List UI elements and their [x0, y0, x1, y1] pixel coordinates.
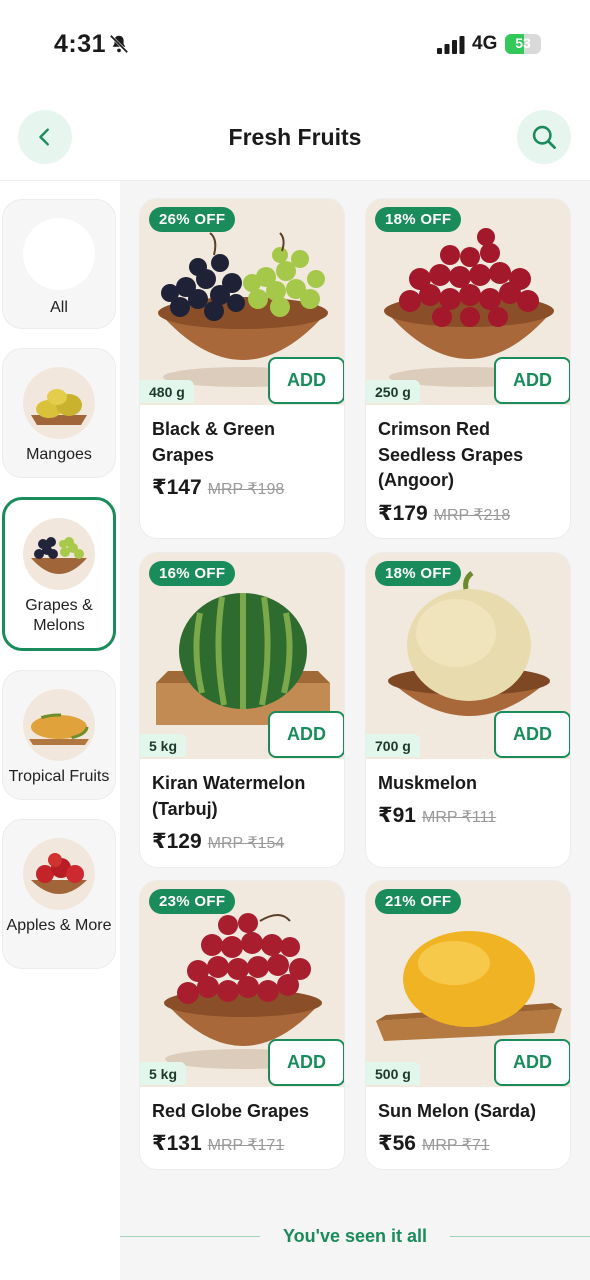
add-button[interactable]: ADD [494, 711, 570, 758]
add-button[interactable]: ADD [494, 1039, 570, 1086]
mango-thumbnail-icon [23, 367, 95, 439]
signal-icon [437, 36, 465, 54]
weight-tag: 480 g [140, 380, 194, 403]
product-price: ₹179 [378, 502, 428, 525]
status-bar: 4:31 4G 53 [0, 0, 590, 90]
discount-badge: 18% OFF [375, 561, 462, 586]
apple-thumbnail-icon [23, 838, 95, 910]
product-price: ₹91 [378, 804, 416, 827]
category-apples-more[interactable]: Apples & More [2, 819, 116, 969]
category-label: Apples & More [6, 917, 112, 934]
product-card[interactable]: 18% OFF 700 g ADD Muskmelon ₹91 MRP ₹111 [365, 552, 571, 868]
battery-percent: 53 [515, 35, 531, 51]
category-all[interactable]: All [2, 199, 116, 329]
add-button[interactable]: ADD [268, 1039, 344, 1086]
bell-muted-icon [109, 34, 129, 54]
divider-right [450, 1236, 590, 1237]
price-row: ₹91 MRP ₹111 [378, 803, 496, 828]
add-button[interactable]: ADD [268, 357, 344, 404]
category-label: Tropical Fruits [8, 768, 110, 785]
product-name: Red Globe Grapes [152, 1101, 310, 1121]
product-mrp: MRP ₹198 [207, 481, 285, 498]
discount-badge: 16% OFF [149, 561, 236, 586]
product-mrp: MRP ₹218 [433, 507, 511, 524]
product-mrp: MRP ₹111 [421, 809, 497, 826]
papaya-thumbnail-icon [23, 689, 95, 761]
price-row: ₹131 MRP ₹171 [152, 1131, 284, 1156]
search-button[interactable] [517, 110, 571, 164]
weight-tag: 5 kg [140, 734, 187, 757]
weight-tag: 500 g [366, 1062, 420, 1085]
discount-badge: 21% OFF [375, 889, 462, 914]
category-tropical-fruits[interactable]: Tropical Fruits [2, 670, 116, 800]
product-name: Black & Green Grapes [152, 419, 276, 465]
price-row: ₹129 MRP ₹154 [152, 829, 284, 854]
price-row: ₹147 MRP ₹198 [152, 475, 284, 500]
grapes-thumbnail-icon [23, 518, 95, 590]
product-card[interactable]: 18% OFF 250 g ADD Crimson Red Seedless G… [365, 198, 571, 539]
weight-tag: 5 kg [140, 1062, 187, 1085]
product-name: Crimson Red Seedless Grapes (Angoor) [378, 419, 524, 490]
product-price: ₹129 [152, 830, 202, 853]
price-row: ₹179 MRP ₹218 [378, 501, 510, 526]
battery-icon: 53 [505, 34, 541, 54]
page-header: Fresh Fruits [0, 100, 590, 176]
product-grid: 26% OFF 480 g ADD Black & Green Grapes ₹… [120, 181, 590, 1280]
product-price: ₹56 [378, 1132, 416, 1155]
category-mangoes[interactable]: Mangoes [2, 348, 116, 478]
weight-tag: 250 g [366, 380, 420, 403]
category-grapes-melons[interactable]: Grapes & Melons [2, 497, 116, 651]
discount-badge: 18% OFF [375, 207, 462, 232]
price-row: ₹56 MRP ₹71 [378, 1131, 490, 1156]
product-name: Sun Melon (Sarda) [378, 1101, 537, 1121]
product-card[interactable]: 23% OFF 5 kg ADD Red Globe Grapes ₹131 M… [139, 880, 345, 1170]
add-button[interactable]: ADD [268, 711, 344, 758]
product-name: Kiran Watermelon (Tarbuj) [152, 773, 306, 819]
category-label: Mangoes [26, 446, 92, 463]
discount-badge: 26% OFF [149, 207, 236, 232]
category-label: Grapes & Melons [25, 597, 93, 634]
product-price: ₹131 [152, 1132, 202, 1155]
product-card[interactable]: 16% OFF 5 kg ADD Kiran Watermelon (Tarbu… [139, 552, 345, 868]
product-name: Muskmelon [378, 773, 478, 793]
product-mrp: MRP ₹71 [421, 1137, 490, 1154]
page-title: Fresh Fruits [228, 124, 362, 150]
discount-badge: 23% OFF [149, 889, 236, 914]
category-label: All [50, 299, 68, 316]
product-mrp: MRP ₹154 [207, 835, 285, 852]
network-label: 4G [472, 33, 498, 54]
product-price: ₹147 [152, 476, 202, 499]
status-time: 4:31 [54, 30, 107, 58]
product-card[interactable]: 21% OFF 500 g ADD Sun Melon (Sarda) ₹56 … [365, 880, 571, 1170]
search-icon [532, 125, 556, 149]
category-sidebar: All Mangoes Grapes & Melons Tropical Fru… [0, 181, 120, 1280]
product-card[interactable]: 26% OFF 480 g ADD Black & Green Grapes ₹… [139, 198, 345, 539]
category-all-thumbnail [23, 218, 95, 290]
weight-tag: 700 g [366, 734, 420, 757]
add-button[interactable]: ADD [494, 357, 570, 404]
end-of-list: You've seen it all [120, 1222, 590, 1252]
product-mrp: MRP ₹171 [207, 1137, 285, 1154]
